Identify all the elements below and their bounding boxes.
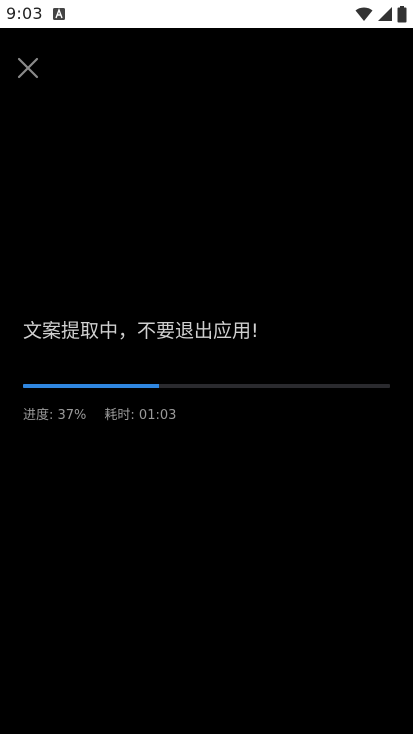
progress-fill xyxy=(23,384,159,388)
cellular-signal-icon xyxy=(378,7,392,21)
close-icon[interactable] xyxy=(14,54,42,82)
battery-icon xyxy=(397,5,407,22)
progress-bar xyxy=(23,384,390,388)
progress-info: 进度: 37% 耗时: 01:03 xyxy=(23,404,176,423)
extraction-screen: 文案提取中，不要退出应用! 进度: 37% 耗时: 01:03 xyxy=(0,28,413,734)
progress-text: 进度: 37% xyxy=(23,408,87,423)
status-bar: 9:03 xyxy=(0,0,413,28)
wifi-icon xyxy=(355,7,373,21)
status-icons xyxy=(355,5,407,23)
status-headline: 文案提取中，不要退出应用! xyxy=(23,320,259,342)
elapsed-time-text: 耗时: 01:03 xyxy=(104,408,177,423)
status-time: 9:03 xyxy=(6,4,43,23)
a-icon xyxy=(53,8,65,20)
